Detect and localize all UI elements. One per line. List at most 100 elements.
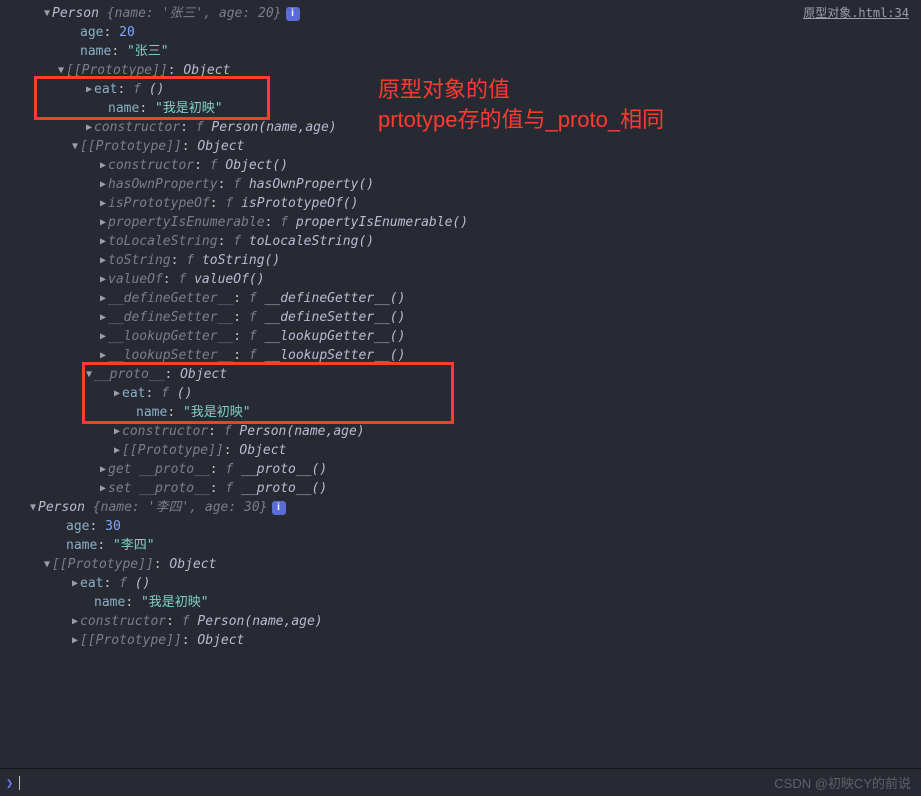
console-row[interactable]: age: 30: [0, 517, 921, 536]
console-row[interactable]: name: "我是初映": [0, 99, 921, 118]
console-row[interactable]: ▶eat: f (): [0, 80, 921, 99]
function-keyword: f: [233, 232, 249, 251]
property-key: toLocaleString: [108, 232, 218, 251]
source-link[interactable]: 原型对象.html:34: [803, 4, 909, 21]
property-key: __lookupSetter__: [108, 346, 233, 365]
arrow-right-icon[interactable]: ▶: [98, 194, 108, 213]
function-signature: toLocaleString(): [249, 232, 374, 251]
arrow-right-icon[interactable]: ▶: [98, 175, 108, 194]
console-row[interactable]: ▶propertyIsEnumerable: f propertyIsEnume…: [0, 213, 921, 232]
console-row[interactable]: ▶valueOf: f valueOf(): [0, 270, 921, 289]
console-row[interactable]: ▶__defineGetter__: f __defineGetter__(): [0, 289, 921, 308]
arrow-right-icon[interactable]: ▶: [98, 289, 108, 308]
console-row[interactable]: ▶set __proto__: f __proto__(): [0, 479, 921, 498]
arrow-right-icon[interactable]: ▶: [112, 441, 122, 460]
arrow-down-icon[interactable]: ▼: [42, 4, 52, 23]
console-row[interactable]: age: 20: [0, 23, 921, 42]
console-row[interactable]: ▼[[Prototype]]: Object: [0, 137, 921, 156]
property-key: [[Prototype]]: [80, 631, 182, 650]
arrow-down-icon[interactable]: ▼: [42, 555, 52, 574]
arrow-spacer: [98, 99, 108, 118]
arrow-right-icon[interactable]: ▶: [98, 308, 108, 327]
info-icon[interactable]: i: [286, 7, 300, 21]
console-row[interactable]: ▶isPrototypeOf: f isPrototypeOf(): [0, 194, 921, 213]
arrow-down-icon[interactable]: ▼: [28, 498, 38, 517]
function-signature: (): [135, 574, 151, 593]
console-row[interactable]: ▼[[Prototype]]: Object: [0, 555, 921, 574]
colon: :: [145, 384, 161, 403]
console-row[interactable]: name: "我是初映": [0, 403, 921, 422]
console-row[interactable]: ▶__lookupGetter__: f __lookupGetter__(): [0, 327, 921, 346]
console-row[interactable]: ▶get __proto__: f __proto__(): [0, 460, 921, 479]
colon: :: [265, 213, 281, 232]
function-keyword: f: [225, 479, 241, 498]
console-row[interactable]: name: "李四": [0, 536, 921, 555]
property-key: isPrototypeOf: [108, 194, 210, 213]
arrow-right-icon[interactable]: ▶: [98, 327, 108, 346]
function-keyword: f: [119, 574, 135, 593]
console-row[interactable]: ▶hasOwnProperty: f hasOwnProperty(): [0, 175, 921, 194]
console-row[interactable]: ▼[[Prototype]]: Object: [0, 61, 921, 80]
arrow-spacer: [70, 23, 80, 42]
console-row[interactable]: ▶[[Prototype]]: Object: [0, 631, 921, 650]
console-row[interactable]: name: "我是初映": [0, 593, 921, 612]
arrow-down-icon[interactable]: ▼: [70, 137, 80, 156]
info-icon[interactable]: i: [272, 501, 286, 515]
function-keyword: f: [182, 612, 198, 631]
console-row[interactable]: name: "张三": [0, 42, 921, 61]
function-keyword: f: [249, 289, 265, 308]
property-key: __defineSetter__: [108, 308, 233, 327]
arrow-right-icon[interactable]: ▶: [84, 118, 94, 137]
arrow-right-icon[interactable]: ▶: [70, 612, 80, 631]
colon: :: [233, 327, 249, 346]
arrow-right-icon[interactable]: ▶: [70, 574, 80, 593]
arrow-right-icon[interactable]: ▶: [98, 251, 108, 270]
own-property-key: eat: [122, 384, 145, 403]
arrow-down-icon[interactable]: ▼: [56, 61, 66, 80]
watermark-text: CSDN @初映CY的前说: [774, 773, 911, 792]
arrow-right-icon[interactable]: ▶: [112, 384, 122, 403]
arrow-down-icon[interactable]: ▼: [84, 365, 94, 384]
console-row[interactable]: ▶constructor: f Person(name,age): [0, 422, 921, 441]
arrow-right-icon[interactable]: ▶: [98, 232, 108, 251]
function-keyword: f: [249, 346, 265, 365]
property-key: [[Prototype]]: [66, 61, 168, 80]
console-row[interactable]: ▼__proto__: Object: [0, 365, 921, 384]
object-preview: {name: '李四', age: 30}: [93, 498, 268, 517]
property-key: constructor: [108, 156, 194, 175]
console-row[interactable]: ▶eat: f (): [0, 574, 921, 593]
function-signature: valueOf(): [194, 270, 264, 289]
input-caret: [19, 776, 20, 790]
console-row[interactable]: ▶constructor: f Person(name,age): [0, 118, 921, 137]
console-row[interactable]: ▼Person {name: '李四', age: 30} i: [0, 498, 921, 517]
arrow-right-icon[interactable]: ▶: [112, 422, 122, 441]
console-row[interactable]: ▶eat: f (): [0, 384, 921, 403]
console-row[interactable]: ▶toString: f toString(): [0, 251, 921, 270]
console-row[interactable]: ▶__defineSetter__: f __defineSetter__(): [0, 308, 921, 327]
arrow-right-icon[interactable]: ▶: [98, 460, 108, 479]
console-input-bar[interactable]: ❯ CSDN @初映CY的前说: [0, 768, 921, 796]
own-property-key: eat: [80, 574, 103, 593]
console-row[interactable]: ▶__lookupSetter__: f __lookupSetter__(): [0, 346, 921, 365]
own-property-key: name: [80, 42, 111, 61]
function-keyword: f: [225, 194, 241, 213]
function-keyword: f: [133, 80, 149, 99]
console-row[interactable]: ▶toLocaleString: f toLocaleString(): [0, 232, 921, 251]
arrow-right-icon[interactable]: ▶: [98, 156, 108, 175]
arrow-right-icon[interactable]: ▶: [84, 80, 94, 99]
object-value: Object: [197, 137, 244, 156]
colon: :: [154, 555, 170, 574]
arrow-right-icon[interactable]: ▶: [70, 631, 80, 650]
arrow-right-icon[interactable]: ▶: [98, 270, 108, 289]
console-row[interactable]: ▼Person {name: '张三', age: 20}i: [0, 4, 921, 23]
colon: :: [218, 175, 234, 194]
class-name: Person: [38, 498, 93, 517]
arrow-right-icon[interactable]: ▶: [98, 479, 108, 498]
property-key: __lookupGetter__: [108, 327, 233, 346]
arrow-right-icon[interactable]: ▶: [98, 213, 108, 232]
console-row[interactable]: ▶constructor: f Object(): [0, 156, 921, 175]
console-row[interactable]: ▶[[Prototype]]: Object: [0, 441, 921, 460]
property-key: __proto__: [94, 365, 164, 384]
arrow-right-icon[interactable]: ▶: [98, 346, 108, 365]
console-row[interactable]: ▶constructor: f Person(name,age): [0, 612, 921, 631]
